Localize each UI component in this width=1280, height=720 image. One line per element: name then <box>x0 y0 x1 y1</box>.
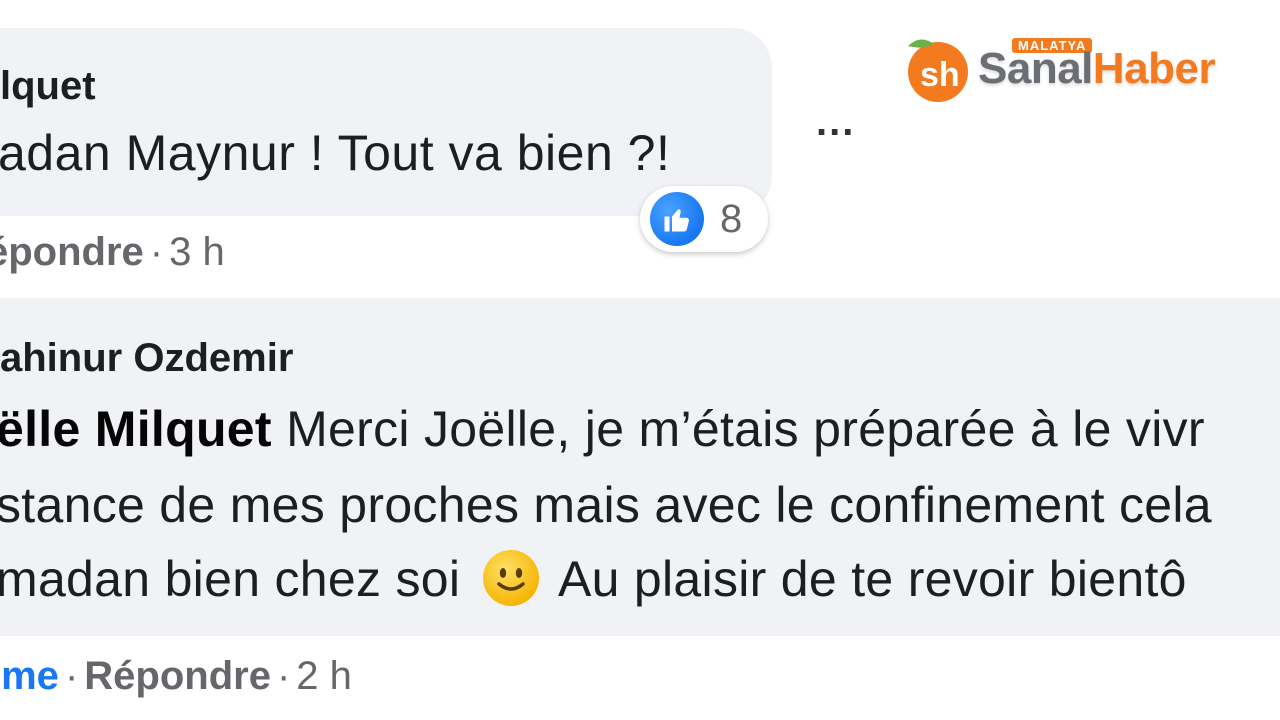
reaction-count: 8 <box>720 196 743 241</box>
like-link[interactable]: ime <box>0 654 59 698</box>
comment-actions: épondre · 3 h <box>0 230 225 275</box>
timestamp[interactable]: 2 h <box>296 654 352 698</box>
comment-author[interactable]: ahinur Ozdemir <box>0 336 293 381</box>
like-icon <box>650 192 704 246</box>
more-options-button[interactable]: ... <box>816 100 855 145</box>
logo-word-haber: Haber <box>1092 44 1216 93</box>
timestamp[interactable]: 3 h <box>169 230 225 274</box>
comment-bubble <box>0 28 772 216</box>
smiley-icon <box>482 550 539 606</box>
comment-text-line: madan bien chez soi Au plaisir de te rev… <box>0 550 1187 608</box>
comment-author[interactable]: lquet <box>0 64 96 109</box>
mention-link[interactable]: ëlle Milquet <box>0 401 272 457</box>
comment-text-line: stance de mes proches mais avec le confi… <box>0 477 1212 533</box>
comment-text: madan bien chez soi <box>0 551 461 607</box>
separator: · <box>149 230 164 274</box>
separator: · <box>64 654 79 698</box>
logo-word-sanal: Sanal <box>978 44 1093 93</box>
separator: · <box>276 654 291 698</box>
logo-wordmark: SanalHaber <box>978 44 1216 94</box>
reply-link[interactable]: épondre <box>0 230 144 274</box>
reaction-summary[interactable]: 8 <box>640 186 768 252</box>
sh-logo-icon: sh <box>908 39 968 102</box>
comment-text: Merci Joëlle, je m’étais préparée à le v… <box>271 401 1205 457</box>
svg-text:sh: sh <box>920 56 960 94</box>
comment-text: Au plaisir de te revoir bientô <box>557 551 1187 607</box>
comment-text-line: ëlle Milquet Merci Joëlle, je m’étais pr… <box>0 400 1205 458</box>
comment-text: adan Maynur ! Tout va bien ?! <box>0 125 671 181</box>
reply-link[interactable]: Répondre <box>84 654 271 698</box>
comment-actions: ime·Répondre·2 h <box>0 654 352 699</box>
